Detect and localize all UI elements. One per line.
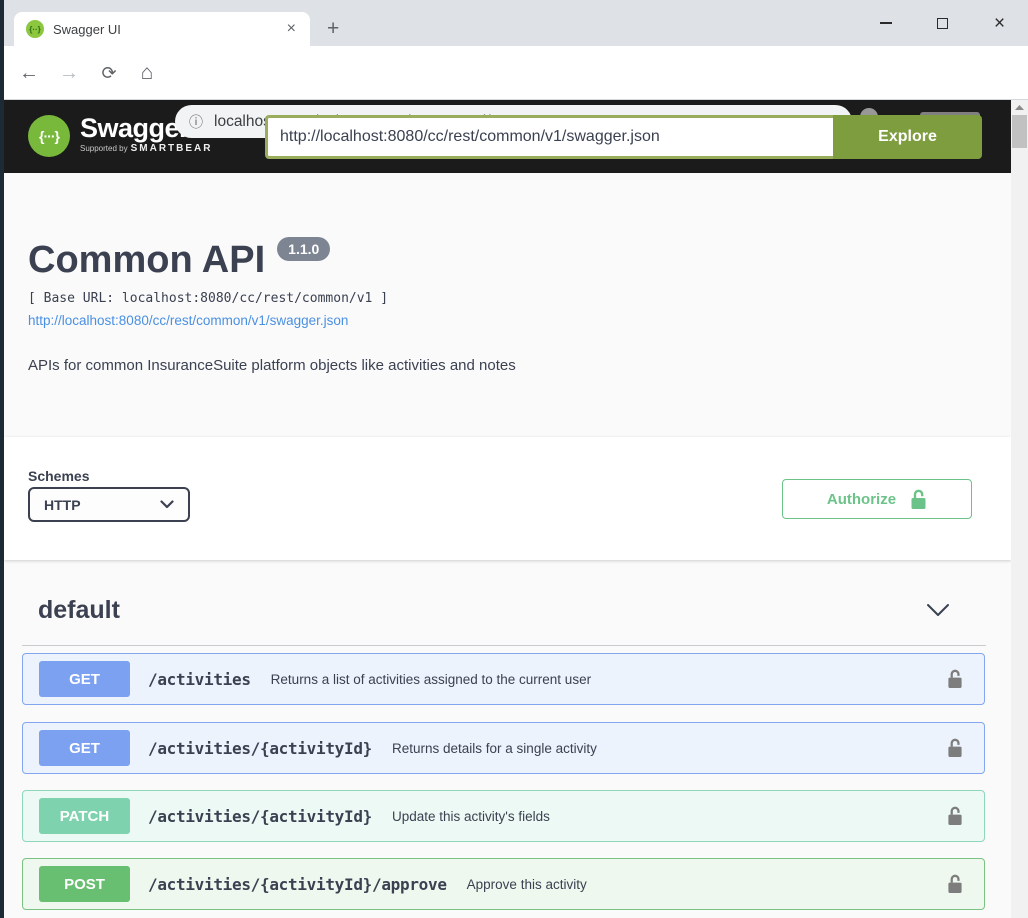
minimize-icon	[880, 22, 892, 24]
scheme-container: Schemes HTTP Authorize	[4, 437, 1011, 560]
operation-summary: Update this activity's fields	[392, 809, 550, 824]
api-title: Common API1.1.0	[28, 237, 330, 282]
close-window-button[interactable]: ×	[971, 4, 1028, 42]
new-tab-button[interactable]: +	[327, 18, 339, 39]
download-url-wrapper: Explore	[265, 115, 982, 159]
api-description: APIs for common InsuranceSuite platform …	[28, 357, 516, 374]
schemes-label: Schemes	[28, 468, 89, 484]
operation-path: /activities/{activityId}	[148, 807, 372, 826]
lock-icon[interactable]	[947, 738, 963, 758]
operation-summary: Returns a list of activities assigned to…	[271, 672, 591, 687]
home-button[interactable]: ⌂	[130, 46, 164, 100]
window-left-edge	[0, 0, 4, 918]
tag-section-header[interactable]: default	[38, 596, 120, 625]
supported-by-line: Supported bySMARTBEAR	[80, 143, 212, 154]
operation-path: /activities/{activityId}	[148, 739, 372, 758]
authorize-label: Authorize	[827, 491, 896, 508]
operation-row-patch-activity[interactable]: PATCH /activities/{activityId} Update th…	[22, 790, 985, 842]
lock-icon[interactable]	[947, 806, 963, 826]
tab-title: Swagger UI	[53, 22, 285, 37]
swagger-favicon-icon: {··}	[26, 20, 44, 38]
browser-toolbar: ← → ⟳ ⌂ ⓘ localhost:8080/cc/resources/sw…	[0, 46, 1028, 100]
browser-titlebar: {··} Swagger UI × + ×	[0, 0, 1028, 46]
spec-url-input[interactable]	[265, 115, 833, 159]
reload-button[interactable]: ⟳	[92, 46, 126, 100]
lock-icon[interactable]	[947, 669, 963, 689]
explore-button[interactable]: Explore	[833, 115, 982, 159]
scrollbar-up-icon[interactable]	[1011, 100, 1028, 115]
base-url: [ Base URL: localhost:8080/cc/rest/commo…	[28, 291, 388, 306]
operation-row-get-activities[interactable]: GET /activities Returns a list of activi…	[22, 653, 985, 705]
chevron-down-icon	[160, 496, 174, 514]
unlock-icon	[910, 489, 927, 510]
operation-path: /activities	[148, 670, 251, 689]
operation-row-get-activity-by-id[interactable]: GET /activities/{activityId} Returns det…	[22, 722, 985, 774]
window-controls: ×	[857, 0, 1028, 46]
forward-button[interactable]: →	[52, 46, 86, 100]
method-badge: POST	[39, 866, 130, 902]
page-scrollbar[interactable]	[1011, 100, 1028, 918]
method-badge: GET	[39, 661, 130, 697]
operation-path: /activities/{activityId}/approve	[148, 875, 447, 894]
scheme-select[interactable]: HTTP	[28, 487, 190, 522]
page-info-icon[interactable]: ⓘ	[189, 112, 203, 132]
tab-close-icon[interactable]: ×	[285, 19, 298, 39]
scheme-selected-value: HTTP	[44, 497, 81, 513]
version-badge: 1.1.0	[277, 237, 330, 261]
method-badge: GET	[39, 730, 130, 766]
operation-summary: Returns details for a single activity	[392, 741, 597, 756]
minimize-button[interactable]	[857, 4, 914, 42]
operation-summary: Approve this activity	[467, 877, 587, 892]
browser-tab[interactable]: {··} Swagger UI ×	[14, 12, 310, 46]
spec-link[interactable]: http://localhost:8080/cc/rest/common/v1/…	[28, 313, 348, 328]
authorize-button[interactable]: Authorize	[782, 479, 972, 519]
operation-row-post-approve[interactable]: POST /activities/{activityId}/approve Ap…	[22, 858, 985, 910]
method-badge: PATCH	[39, 798, 130, 834]
maximize-button[interactable]	[914, 4, 971, 42]
section-divider	[22, 645, 986, 646]
swagger-logo-icon: {···}	[28, 115, 70, 157]
maximize-icon	[937, 18, 948, 29]
smartbear-logo-text: SMARTBEAR	[131, 143, 213, 154]
close-icon: ×	[994, 14, 1005, 33]
back-button[interactable]: ←	[12, 46, 46, 100]
section-chevron-down-icon[interactable]	[926, 603, 950, 622]
lock-icon[interactable]	[947, 874, 963, 894]
scrollbar-thumb[interactable]	[1012, 115, 1027, 148]
